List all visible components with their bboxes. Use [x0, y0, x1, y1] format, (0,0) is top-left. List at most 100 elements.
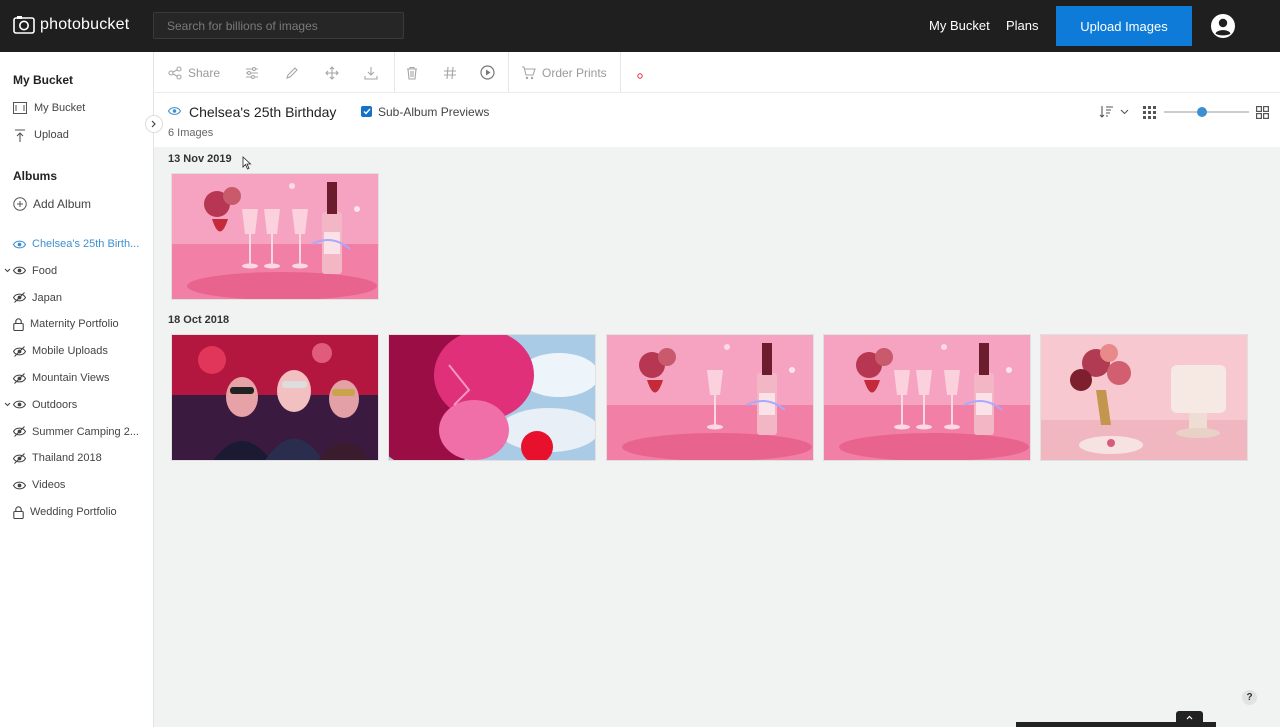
- image-thumbnail[interactable]: [171, 334, 379, 461]
- tag-button[interactable]: [443, 52, 457, 93]
- edit-button[interactable]: [285, 52, 299, 93]
- chevron-up-icon: [1186, 715, 1193, 719]
- sidebar-album-item[interactable]: Summer Camping 2...: [13, 422, 139, 442]
- zoom-slider-handle[interactable]: [1197, 107, 1208, 117]
- album-title: Chelsea's 25th Birthday: [189, 104, 337, 120]
- image-thumbnail[interactable]: [605, 334, 814, 461]
- sidebar-album-item[interactable]: Food: [4, 261, 58, 281]
- sidebar-item-label: Upload: [34, 129, 69, 141]
- eye-slash-icon: [13, 372, 26, 384]
- chevron-right-icon: [151, 120, 156, 128]
- cart-icon: [522, 65, 536, 79]
- sidebar-album-label: Outdoors: [32, 398, 78, 411]
- sidebar-album-item[interactable]: Mobile Uploads: [13, 341, 108, 361]
- eye-slash-icon: [13, 453, 26, 464]
- adjust-icon: [246, 66, 258, 79]
- toolbar-divider: [508, 52, 509, 93]
- image-thumbnail[interactable]: [171, 173, 379, 300]
- plus-circle-icon: [13, 197, 27, 211]
- mouse-cursor-icon: [242, 156, 252, 170]
- upload-images-button[interactable]: Upload Images: [1056, 6, 1192, 46]
- sub-album-previews-checkbox[interactable]: [361, 106, 372, 117]
- sidebar-album-item[interactable]: Wedding Portfolio: [13, 502, 117, 522]
- order-prints-label: Order Prints: [542, 65, 607, 80]
- sidebar-album-label: Mobile Uploads: [32, 345, 108, 358]
- albums-heading: Albums: [13, 169, 58, 183]
- date-group-label: 13 Nov 2019: [168, 153, 232, 165]
- sidebar-album-item[interactable]: Videos: [13, 475, 65, 495]
- grid-small-icon[interactable]: [1143, 106, 1156, 119]
- move-button[interactable]: [325, 52, 339, 93]
- bucket-logo-icon: [13, 16, 35, 34]
- add-album-label: Add Album: [33, 197, 92, 211]
- sidebar-album-label: Food: [32, 264, 58, 277]
- sidebar-item-upload[interactable]: Upload: [13, 125, 69, 145]
- slideshow-button[interactable]: [480, 52, 495, 93]
- eye-icon: [13, 481, 26, 490]
- sidebar-album-label: Thailand 2018: [32, 452, 102, 465]
- sidebar-album-item[interactable]: Maternity Portfolio: [13, 314, 119, 334]
- sidebar-item-label: My Bucket: [34, 102, 86, 114]
- eye-icon: [13, 400, 26, 409]
- account-avatar-icon[interactable]: [1211, 14, 1235, 38]
- share-button[interactable]: Share: [168, 52, 220, 93]
- upload-icon: [15, 128, 25, 142]
- search-input[interactable]: [153, 12, 404, 39]
- image-thumbnail[interactable]: [1040, 334, 1249, 461]
- photobucket-logo[interactable]: photobucket: [13, 14, 129, 36]
- sort-dropdown[interactable]: [1099, 105, 1129, 119]
- nav-plans[interactable]: Plans: [1006, 18, 1039, 33]
- expand-chevron-icon[interactable]: [3, 401, 11, 409]
- action-toolbar: Share Order Prints: [154, 52, 1280, 93]
- lock-icon: [13, 318, 24, 331]
- download-icon: [364, 66, 378, 80]
- sidebar-album-item[interactable]: Thailand 2018: [13, 448, 102, 468]
- expand-panel-button[interactable]: [1176, 711, 1203, 723]
- sidebar-album-item[interactable]: Outdoors: [4, 395, 78, 415]
- sidebar-item-my-bucket[interactable]: My Bucket: [13, 98, 85, 118]
- download-button[interactable]: [364, 52, 378, 93]
- sidebar-album-item[interactable]: Mountain Views: [13, 368, 109, 388]
- image-thumbnail[interactable]: [388, 334, 597, 461]
- share-label: Share: [188, 65, 221, 80]
- lock-icon: [13, 505, 24, 519]
- album-header: Chelsea's 25th Birthday Sub-Album Previe…: [154, 93, 1280, 147]
- delete-button[interactable]: [405, 52, 419, 93]
- share-icon: [168, 65, 182, 80]
- expand-chevron-icon[interactable]: [3, 267, 11, 275]
- delete-icon: [407, 66, 417, 80]
- date-group-label: 18 Oct 2018: [168, 314, 230, 326]
- top-bar: photobucket My Bucket Plans Upload Image…: [0, 0, 1280, 52]
- sidebar-album-label: Wedding Portfolio: [30, 506, 117, 518]
- help-button[interactable]: ?: [1242, 690, 1257, 705]
- eye-slash-icon: [13, 426, 26, 437]
- eye-slash-icon: [13, 345, 26, 357]
- edit-icon: [286, 66, 298, 79]
- sidebar-collapse-toggle[interactable]: [145, 115, 163, 133]
- photo-icon: [13, 102, 27, 114]
- eye-icon: [168, 107, 181, 115]
- my-bucket-heading: My Bucket: [13, 73, 74, 87]
- add-album-button[interactable]: Add Album: [13, 194, 91, 214]
- sidebar-album-label: Chelsea's 25th Birth...: [32, 238, 140, 250]
- image-thumbnail[interactable]: [822, 334, 1031, 461]
- order-prints-button[interactable]: Order Prints: [521, 52, 607, 93]
- sidebar-album-item[interactable]: Japan: [13, 288, 62, 308]
- checkmark-icon: [363, 108, 371, 115]
- adjust-button[interactable]: [245, 52, 259, 93]
- slideshow-icon: [480, 65, 495, 80]
- sidebar-album-item[interactable]: Chelsea's 25th Birth...: [13, 234, 139, 254]
- eye-slash-icon: [13, 292, 26, 303]
- eye-icon: [13, 240, 26, 248]
- logo-text: photobucket: [40, 16, 130, 33]
- loading-indicator-icon: [637, 73, 643, 79]
- nav-my-bucket[interactable]: My Bucket: [929, 18, 990, 33]
- sub-album-previews-label[interactable]: Sub-Album Previews: [378, 105, 489, 119]
- hashtag-icon: [444, 66, 456, 79]
- toolbar-divider: [394, 52, 395, 93]
- eye-icon: [13, 266, 26, 275]
- grid-large-icon[interactable]: [1256, 106, 1269, 119]
- chevron-down-icon: [1120, 109, 1129, 115]
- sidebar: My Bucket My Bucket Upload Albums Add Al…: [0, 52, 154, 727]
- sort-icon: [1099, 106, 1113, 118]
